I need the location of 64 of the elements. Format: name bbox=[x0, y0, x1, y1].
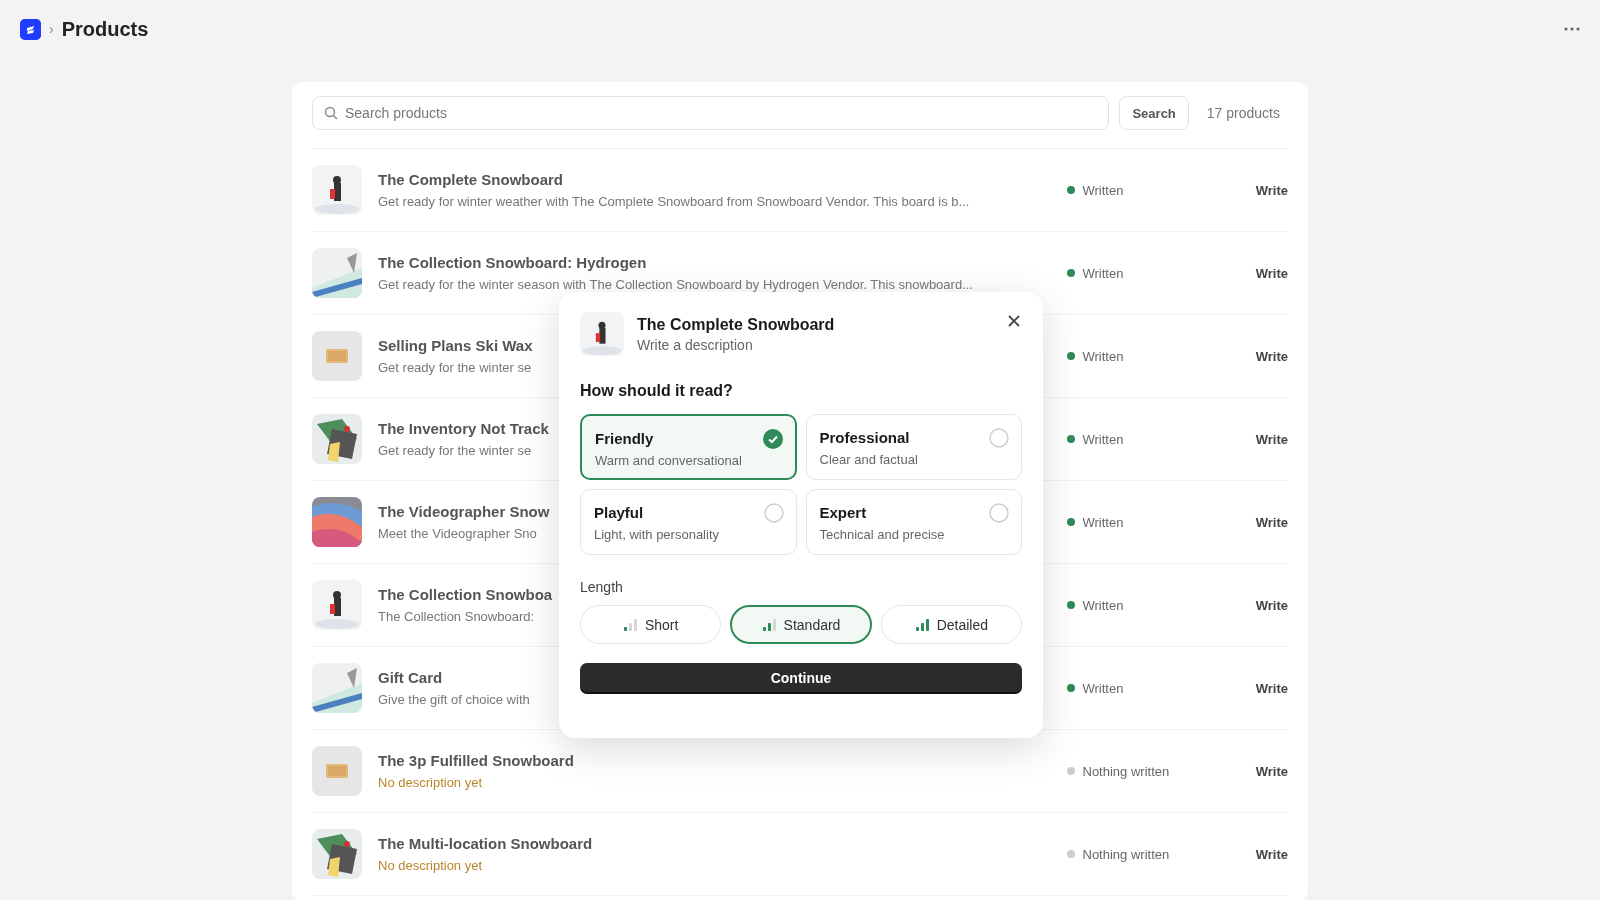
search-field[interactable]: Search products bbox=[312, 96, 1110, 130]
product-title: The Inventory Not Track bbox=[378, 420, 549, 437]
write-link[interactable]: Write bbox=[1255, 597, 1288, 613]
status-label: Nothing written bbox=[1082, 846, 1170, 862]
product-description: Get ready for the winter se bbox=[378, 443, 532, 458]
close-icon[interactable] bbox=[1007, 314, 1021, 328]
search-button[interactable]: Search bbox=[1119, 96, 1189, 130]
search-icon bbox=[324, 106, 338, 120]
status-label: Nothing written bbox=[1082, 763, 1170, 779]
product-description: Get ready for the winter season with The Collection Snowboard by Hydrogen Vendor. This snowboard... bbox=[378, 277, 973, 292]
length-option[interactable]: Short bbox=[580, 605, 722, 644]
length-label: Length bbox=[580, 579, 624, 595]
product-title: The Complete Snowboard bbox=[378, 171, 563, 188]
page-title: Products bbox=[61, 17, 149, 41]
status-label: Written bbox=[1082, 680, 1124, 696]
length-option[interactable]: Standard bbox=[730, 605, 872, 644]
product-description: Get ready for winter weather with The Complete Snowboard from Snowboard Vendor. This board is b... bbox=[378, 194, 970, 209]
status-label: Written bbox=[1082, 348, 1124, 364]
tone-option[interactable]: Professional Clear and factual bbox=[805, 414, 1022, 480]
dialog-title: The Complete Snowboard bbox=[637, 315, 835, 334]
radio-icon bbox=[763, 503, 784, 523]
status-label: Written bbox=[1082, 514, 1124, 530]
product-title: Gift Card bbox=[378, 669, 443, 686]
question-heading: How should it read? bbox=[580, 382, 734, 400]
tone-option[interactable]: Expert Technical and precise bbox=[805, 489, 1022, 555]
write-link[interactable]: Write bbox=[1255, 182, 1288, 198]
check-icon bbox=[762, 429, 783, 449]
write-link[interactable]: Write bbox=[1255, 348, 1288, 364]
product-description: Meet the Videographer Sno bbox=[378, 526, 537, 541]
product-description: Get ready for the winter se bbox=[378, 360, 532, 375]
signal-bars-icon bbox=[622, 618, 637, 631]
status-label: Written bbox=[1082, 431, 1124, 447]
write-link[interactable]: Write bbox=[1255, 431, 1288, 447]
signal-bars-icon bbox=[914, 618, 929, 631]
more-icon[interactable] bbox=[1564, 27, 1580, 31]
product-title: Selling Plans Ski Wax bbox=[378, 337, 533, 354]
tone-option[interactable]: Playful Light, with personality bbox=[580, 489, 797, 555]
product-description: The Collection Snowboard: bbox=[378, 609, 535, 624]
breadcrumb-chevron: › bbox=[49, 21, 54, 37]
product-description: No description yet bbox=[378, 775, 483, 790]
length-option[interactable]: Detailed bbox=[880, 605, 1022, 644]
product-title: The Collection Snowboard: Hydrogen bbox=[378, 254, 647, 271]
product-title: The 3p Fulfilled Snowboard bbox=[378, 752, 574, 769]
product-title: The Collection Snowboa bbox=[378, 586, 553, 603]
signal-bars-icon bbox=[761, 618, 776, 631]
product-count: 17 products bbox=[1205, 105, 1281, 121]
radio-icon bbox=[989, 428, 1009, 448]
status-label: Written bbox=[1082, 597, 1124, 613]
product-title: The Multi-location Snowboard bbox=[378, 835, 593, 852]
status-label: Written bbox=[1082, 182, 1124, 198]
product-description: No description yet bbox=[378, 858, 483, 873]
radio-icon bbox=[989, 503, 1009, 523]
write-link[interactable]: Write bbox=[1255, 846, 1288, 862]
dialog-subtitle: Write a description bbox=[637, 336, 754, 353]
write-link[interactable]: Write bbox=[1255, 265, 1288, 281]
status-label: Written bbox=[1082, 265, 1124, 281]
app-logo-icon bbox=[20, 18, 41, 40]
write-link[interactable]: Write bbox=[1255, 763, 1288, 779]
write-link[interactable]: Write bbox=[1255, 514, 1288, 530]
continue-button[interactable]: Continue bbox=[580, 663, 1022, 692]
product-title: The Videographer Snow bbox=[378, 503, 550, 520]
tone-option[interactable]: Friendly Warm and conversational bbox=[580, 414, 797, 480]
write-link[interactable]: Write bbox=[1255, 680, 1288, 696]
product-description: Give the gift of choice with bbox=[378, 692, 530, 707]
